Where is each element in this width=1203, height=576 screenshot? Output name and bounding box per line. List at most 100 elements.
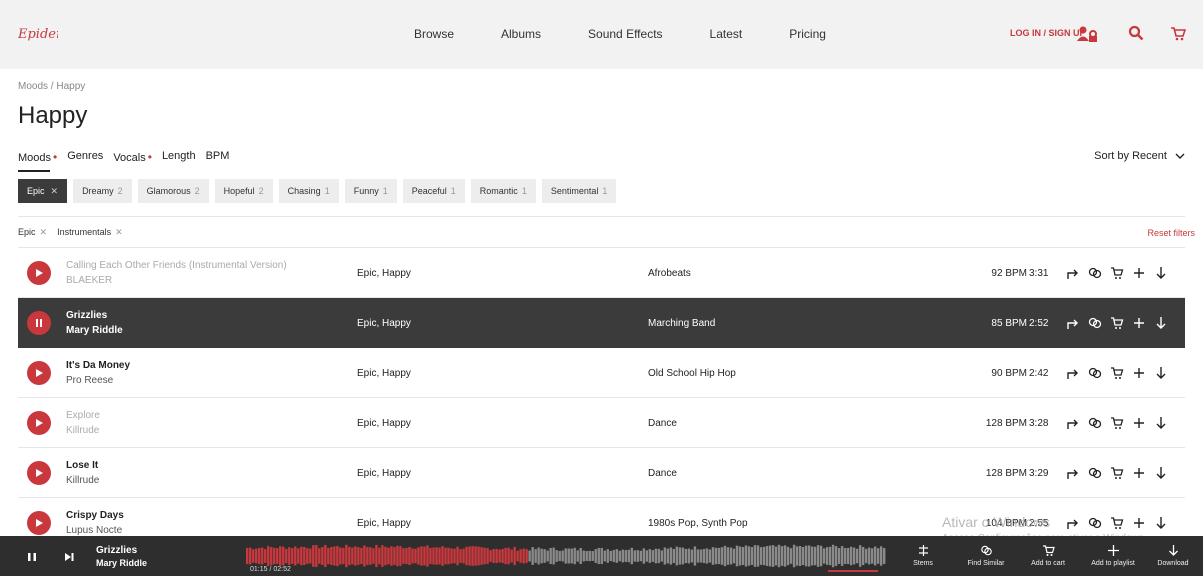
player-track-artist[interactable]: Mary Riddle — [96, 558, 147, 568]
play-button[interactable] — [27, 261, 51, 285]
track-artist[interactable]: Pro Reese — [66, 375, 113, 386]
play-button[interactable] — [27, 511, 51, 535]
track-moods[interactable]: Epic, Happy — [357, 318, 411, 329]
cart-icon[interactable] — [1106, 314, 1128, 332]
track-title[interactable]: Lose It — [66, 460, 98, 471]
track-title[interactable]: It's Da Money — [66, 360, 130, 371]
active-filter-instrumentals[interactable]: Instrumentals ✕ — [57, 227, 123, 238]
track-genre[interactable]: Dance — [648, 468, 677, 479]
track-artist[interactable]: Mary Riddle — [66, 325, 123, 336]
download-icon[interactable] — [1150, 264, 1172, 282]
skip-next-icon[interactable] — [62, 550, 76, 564]
add-icon[interactable] — [1128, 414, 1150, 432]
share-icon[interactable] — [1062, 264, 1084, 282]
track-row[interactable]: Grizzlies Mary Riddle Epic, Happy Marchi… — [18, 298, 1185, 348]
cart-icon[interactable] — [1106, 464, 1128, 482]
find-similar-icon[interactable] — [1084, 314, 1106, 332]
login-signup-link[interactable]: LOG IN / SIGN UP — [1010, 28, 1086, 38]
find-similar-icon[interactable] — [1084, 464, 1106, 482]
tab-vocals[interactable]: Vocals • — [113, 150, 152, 164]
track-artist[interactable]: BLAEKER — [66, 275, 112, 286]
tab-length[interactable]: Length — [162, 150, 196, 164]
tab-bpm[interactable]: BPM — [206, 150, 230, 164]
cart-icon[interactable] — [1106, 364, 1128, 382]
track-row[interactable]: It's Da Money Pro Reese Epic, Happy Old … — [18, 348, 1185, 398]
add-to-playlist-button[interactable]: Add to playlist — [1083, 544, 1143, 567]
cart-icon[interactable] — [1106, 414, 1128, 432]
chip-dreamy[interactable]: Dreamy 2 — [73, 179, 132, 203]
track-row[interactable]: Calling Each Other Friends (Instrumental… — [18, 248, 1185, 298]
user-icon[interactable] — [1077, 26, 1099, 42]
chip-epic[interactable]: Epic ✕ — [18, 179, 68, 203]
add-icon[interactable] — [1128, 314, 1150, 332]
track-title[interactable]: Calling Each Other Friends (Instrumental… — [66, 260, 287, 271]
tab-genres[interactable]: Genres — [67, 150, 103, 164]
chip-chasing[interactable]: Chasing 1 — [278, 179, 339, 203]
share-icon[interactable] — [1062, 364, 1084, 382]
tab-moods[interactable]: Moods • — [18, 150, 57, 172]
waveform-scrubber[interactable] — [246, 542, 886, 570]
cart-icon[interactable] — [1106, 514, 1128, 532]
add-icon[interactable] — [1128, 464, 1150, 482]
find-similar-icon[interactable] — [1084, 414, 1106, 432]
download-icon[interactable] — [1150, 414, 1172, 432]
download-icon[interactable] — [1150, 514, 1172, 532]
play-button[interactable] — [27, 411, 51, 435]
track-title[interactable]: Grizzlies — [66, 310, 107, 321]
find-similar-icon[interactable] — [1084, 514, 1106, 532]
cart-icon[interactable] — [1106, 264, 1128, 282]
track-moods[interactable]: Epic, Happy — [357, 368, 411, 379]
cart-icon[interactable] — [1170, 26, 1187, 41]
play-button[interactable] — [27, 361, 51, 385]
track-moods[interactable]: Epic, Happy — [357, 468, 411, 479]
add-icon[interactable] — [1128, 514, 1150, 532]
track-genre[interactable]: Marching Band — [648, 318, 715, 329]
download-icon[interactable] — [1150, 464, 1172, 482]
nav-pricing[interactable]: Pricing — [789, 27, 826, 41]
share-icon[interactable] — [1062, 414, 1084, 432]
pause-icon[interactable] — [25, 550, 39, 564]
chip-peaceful[interactable]: Peaceful 1 — [402, 179, 465, 203]
active-filter-epic[interactable]: Epic ✕ — [18, 227, 47, 238]
volume-slider[interactable] — [828, 570, 878, 572]
nav-latest[interactable]: Latest — [710, 27, 743, 41]
nav-albums[interactable]: Albums — [501, 27, 541, 41]
track-title[interactable]: Explore — [66, 410, 100, 421]
track-artist[interactable]: Killrude — [66, 425, 99, 436]
find-similar-icon[interactable] — [1084, 264, 1106, 282]
search-icon[interactable] — [1128, 25, 1144, 41]
track-row[interactable]: Lose It Killrude Epic, Happy Dance 128 B… — [18, 448, 1185, 498]
track-title[interactable]: Crispy Days — [66, 510, 124, 521]
track-genre[interactable]: 1980s Pop, Synth Pop — [648, 518, 748, 529]
nav-sound-effects[interactable]: Sound Effects — [588, 27, 663, 41]
add-icon[interactable] — [1128, 364, 1150, 382]
track-moods[interactable]: Epic, Happy — [357, 268, 411, 279]
chip-glamorous[interactable]: Glamorous 2 — [137, 179, 209, 203]
share-icon[interactable] — [1062, 514, 1084, 532]
track-genre[interactable]: Dance — [648, 418, 677, 429]
epidemic-logo[interactable]: Epidemic — [17, 22, 80, 46]
chip-hopeful[interactable]: Hopeful 2 — [214, 179, 273, 203]
player-track-title[interactable]: Grizzlies — [96, 545, 137, 556]
play-button[interactable] — [27, 461, 51, 485]
share-icon[interactable] — [1062, 314, 1084, 332]
download-button[interactable]: Download — [1143, 544, 1203, 567]
download-icon[interactable] — [1150, 364, 1172, 382]
nav-browse[interactable]: Browse — [414, 27, 454, 41]
track-artist[interactable]: Lupus Nocte — [66, 525, 122, 536]
add-icon[interactable] — [1128, 264, 1150, 282]
add-to-cart-button[interactable]: Add to cart — [1018, 544, 1078, 567]
track-row[interactable]: Explore Killrude Epic, Happy Dance 128 B… — [18, 398, 1185, 448]
find-similar-button[interactable]: Find Similar — [956, 544, 1016, 567]
reset-filters-link[interactable]: Reset filters — [1147, 228, 1195, 238]
stems-button[interactable]: Stems — [893, 544, 953, 567]
chip-sentimental[interactable]: Sentimental 1 — [541, 179, 617, 203]
download-icon[interactable] — [1150, 314, 1172, 332]
close-icon[interactable]: ✕ — [115, 227, 123, 237]
find-similar-icon[interactable] — [1084, 364, 1106, 382]
breadcrumb[interactable]: Moods / Happy — [18, 81, 85, 92]
chip-romantic[interactable]: Romantic 1 — [470, 179, 536, 203]
track-genre[interactable]: Afrobeats — [648, 268, 691, 279]
chip-funny[interactable]: Funny 1 — [344, 179, 397, 203]
share-icon[interactable] — [1062, 464, 1084, 482]
